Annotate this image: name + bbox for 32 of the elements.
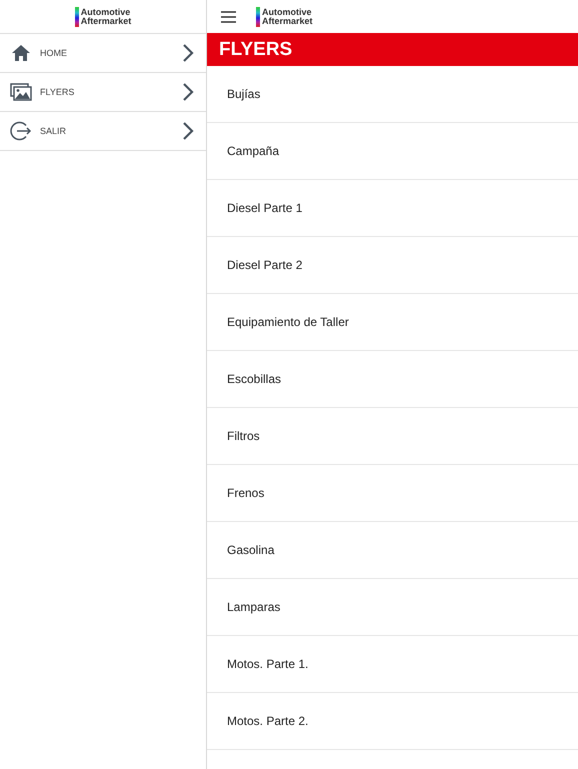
chevron-icon xyxy=(182,43,194,63)
flyer-list-item[interactable]: Lamparas xyxy=(207,579,578,636)
flyer-list-item[interactable]: Campaña xyxy=(207,123,578,180)
logo-text: Automotive xyxy=(262,8,312,16)
home-icon xyxy=(11,44,31,62)
pictures-icon xyxy=(10,83,32,101)
flyer-list-item[interactable]: Escobillas xyxy=(207,351,578,408)
menu-item[interactable]: SALIR xyxy=(0,112,206,151)
menu-icon[interactable] xyxy=(221,10,236,22)
flyer-list-item[interactable]: Diesel Parte 2 xyxy=(207,237,578,294)
logo-text: Aftermarket xyxy=(80,16,132,26)
menu-label: SALIR xyxy=(40,126,68,136)
logo-text: Aftermarket xyxy=(262,16,313,26)
flyer-list-item[interactable]: Frenos xyxy=(207,465,578,522)
menu-item[interactable]: HOME xyxy=(0,34,206,73)
flyer-list-item[interactable]: Equipamiento de Taller xyxy=(207,294,578,351)
flyer-list-item[interactable]: Diesel Parte 1 xyxy=(207,180,578,237)
logo-mark xyxy=(74,6,79,26)
page-title-bar: FLYERS xyxy=(207,33,578,66)
logo-mark xyxy=(256,6,260,26)
chevron-icon xyxy=(182,121,194,141)
flyer-list-item[interactable]: Gasolina xyxy=(207,522,578,579)
logo-text: Automotive xyxy=(80,8,132,16)
exit-icon xyxy=(10,120,32,142)
chevron-icon xyxy=(182,82,194,102)
flyer-list-item[interactable]: Filtros xyxy=(207,408,578,465)
menu-item[interactable]: FLYERS xyxy=(0,73,206,112)
menu-label: FLYERS xyxy=(40,87,76,97)
flyer-list-item[interactable]: Bujías xyxy=(207,66,578,123)
menu-label: HOME xyxy=(40,48,68,58)
flyer-list-item[interactable]: Motos. Parte 2. xyxy=(207,693,578,750)
flyer-list-item[interactable]: Motos. Parte 1. xyxy=(207,636,578,693)
